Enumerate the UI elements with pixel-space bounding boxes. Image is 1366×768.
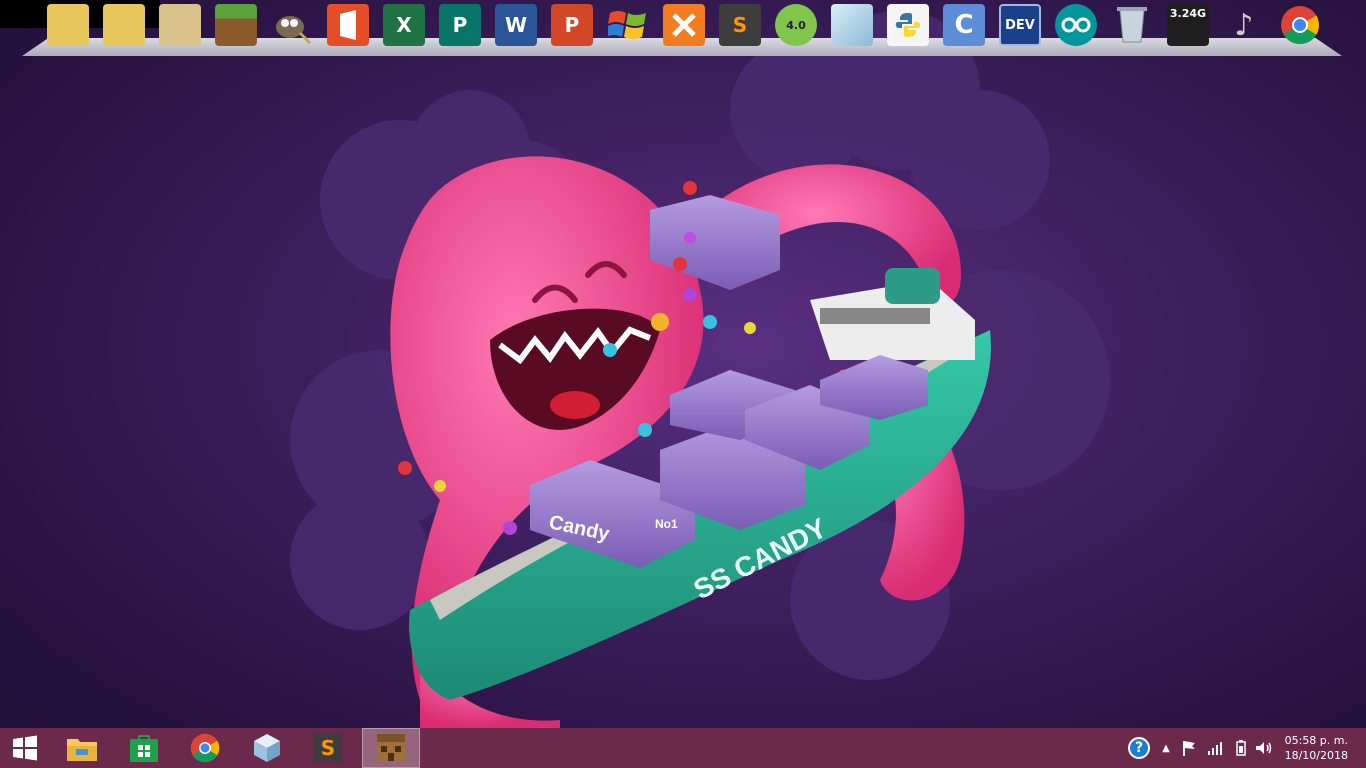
dock-item-chrome[interactable] [1277,2,1323,48]
xampp-icon [663,4,705,46]
sublime-icon: S [314,734,342,762]
dock-item-word[interactable]: W [493,2,539,48]
dock-item-sublime[interactable]: S [717,2,763,48]
music-note-icon: ♪ [1234,7,1254,43]
signal-icon [1208,742,1222,755]
gimp-icon [271,4,313,46]
dock-item-folder-2[interactable] [101,2,147,48]
folder-icon [159,4,201,46]
powerpoint-icon: P [551,4,593,46]
taskbar-item-sublime[interactable]: S [302,728,354,768]
taskbar-item-minecraft-chest[interactable] [362,728,420,768]
taskbar: S ? ▲ 05:58 p. m. 18/10/2018 [0,728,1366,768]
excel-icon: X [383,4,425,46]
arduino-icon [1055,4,1097,46]
dock-item-arduino[interactable] [1053,2,1099,48]
dock-item-minecraft[interactable] [213,2,259,48]
grass-block-icon [215,4,257,46]
network-button[interactable] [1205,728,1225,768]
dock-item-office[interactable] [325,2,371,48]
dock-item-memory-meter[interactable]: 3.24G [1165,2,1211,48]
crate-badge: No1 [655,517,678,531]
help-button[interactable]: ? [1126,728,1152,768]
devcpp-icon: DEV [999,4,1041,46]
taskbar-item-cube[interactable] [241,728,293,768]
volume-icon [1256,742,1272,754]
taskbar-item-file-explorer[interactable] [56,728,108,768]
dock-item-c-lang[interactable]: C [941,2,987,48]
clock-time: 05:58 p. m. [1284,734,1348,747]
python-icon [887,4,929,46]
sublime-icon: S [719,4,761,46]
taskbar-item-chrome[interactable] [179,728,231,768]
store-bag-icon [130,735,158,762]
cube-icon [831,4,873,46]
dock-item-cube[interactable] [829,2,875,48]
chrome-icon [190,733,220,763]
c-icon: C [943,4,985,46]
chevron-up-icon: ▲ [1162,742,1170,754]
chrome-icon [1279,4,1321,46]
dock-item-robot[interactable]: 4.0 [773,2,819,48]
dock-item-recycle-bin[interactable] [1109,2,1155,48]
publisher-icon: P [439,4,481,46]
windows-flag-icon [607,4,649,46]
dock-item-windows-xp[interactable] [605,2,651,48]
word-icon: W [495,4,537,46]
show-hidden-icons-button[interactable]: ▲ [1158,728,1174,768]
dock-item-folder-3[interactable] [157,2,203,48]
memory-meter-icon: 3.24G [1167,4,1209,46]
dock-item-python[interactable] [885,2,931,48]
action-center-button[interactable] [1180,728,1198,768]
dock-item-gimp[interactable] [269,2,315,48]
dock-item-excel[interactable]: X [381,2,427,48]
taskbar-item-store[interactable] [118,728,170,768]
folder-icon [103,4,145,46]
app-dock: X P W P S 4.0 C DEV 3.24G ♪ [40,2,1328,54]
cube-icon [254,734,280,762]
recycle-bin-icon [1111,4,1153,46]
dock-item-devcpp[interactable]: DEV [997,2,1043,48]
office-icon [327,4,369,46]
battery-icon [1236,740,1246,756]
folder-icon [47,4,89,46]
crafting-table-icon [377,734,405,762]
taskbar-clock[interactable]: 05:58 p. m. 18/10/2018 [1285,733,1348,763]
robot-icon: 4.0 [775,4,817,46]
desktop-wallpaper: SS CANDY Candy No1 [290,10,1110,728]
question-icon: ? [1128,737,1150,759]
dock-item-xampp[interactable] [661,2,707,48]
volume-button[interactable] [1254,728,1274,768]
start-button[interactable] [0,728,50,768]
dock-item-publisher[interactable]: P [437,2,483,48]
flag-icon [1183,741,1195,756]
clock-date: 18/10/2018 [1284,749,1348,762]
dock-item-music[interactable]: ♪ [1221,2,1267,48]
folder-icon [67,739,97,761]
battery-button[interactable] [1233,728,1249,768]
windows-logo-icon [13,735,37,761]
dock-item-folder-1[interactable] [45,2,91,48]
dock-item-powerpoint[interactable]: P [549,2,595,48]
